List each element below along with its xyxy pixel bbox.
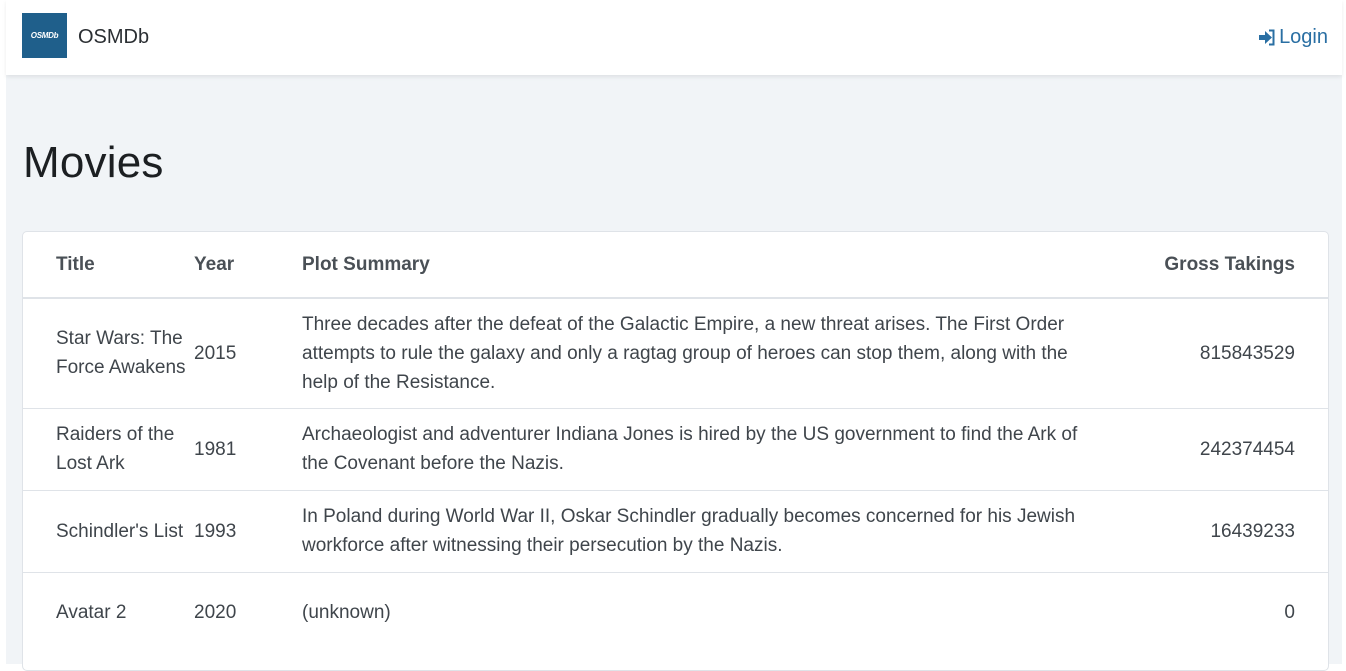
navbar: OSMDb OSMDb Login [6, 0, 1342, 75]
main-content: Movies Title Year Plot Summary Gross Tak… [6, 75, 1342, 671]
header-title: Title [23, 232, 194, 299]
cell-title: Avatar 2 [56, 601, 127, 623]
cell-title: Star Wars: The Force Awakens [23, 298, 194, 409]
table-header-row: Title Year Plot Summary Gross Takings [23, 232, 1328, 299]
login-label: Login [1279, 26, 1328, 48]
table-row[interactable]: Raiders of the Lost Ark 1981 Archaeologi… [23, 408, 1328, 491]
cell-year: 2015 [194, 298, 302, 409]
header-year: Year [194, 232, 302, 299]
cell-plot: Archaeologist and adventurer Indiana Jon… [302, 408, 1118, 491]
cell-gross: 242374454 [1118, 408, 1328, 491]
cell-plot: (unknown) [302, 601, 391, 623]
movies-table-card: Title Year Plot Summary Gross Takings St… [22, 231, 1329, 671]
header-gross-takings: Gross Takings [1118, 232, 1328, 299]
cell-title: Schindler's List [23, 490, 194, 573]
cell-title: Raiders of the Lost Ark [23, 408, 194, 491]
table-row[interactable]: Star Wars: The Force Awakens 2015 Three … [23, 298, 1328, 409]
cell-gross: 815843529 [1118, 298, 1328, 409]
cell-gross: 16439233 [1118, 490, 1328, 573]
brand-logo[interactable]: OSMDb [22, 13, 67, 58]
cell-gross: 0 [1284, 601, 1295, 623]
login-link[interactable]: Login [1257, 26, 1328, 49]
cell-plot: In Poland during World War II, Oskar Sch… [302, 490, 1118, 573]
cell-plot: Three decades after the defeat of the Ga… [302, 298, 1118, 409]
brand-name[interactable]: OSMDb [78, 26, 149, 49]
header-plot-summary: Plot Summary [302, 232, 1118, 299]
sign-in-icon [1259, 29, 1275, 46]
movies-table: Title Year Plot Summary Gross Takings St… [23, 232, 1328, 652]
cell-year: 1993 [194, 490, 302, 573]
page-title: Movies [23, 138, 164, 187]
table-row[interactable]: Schindler's List 1993 In Poland during W… [23, 490, 1328, 573]
cell-year: 1981 [194, 408, 302, 491]
cell-year: 2020 [194, 601, 237, 623]
table-row[interactable]: Avatar 2 2020 (unknown) 0 [23, 572, 1328, 652]
